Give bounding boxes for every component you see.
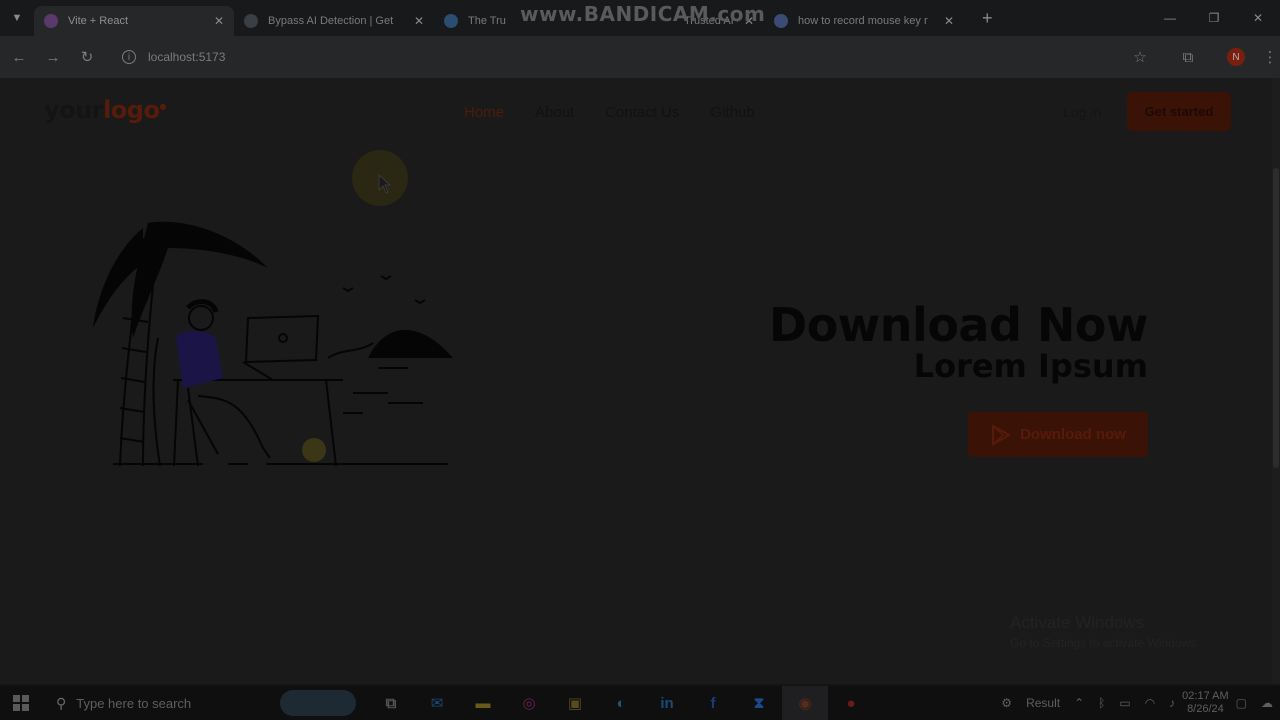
scrollbar-thumb[interactable]	[1273, 168, 1279, 468]
browser-tab-strip: ▼ Vite + React ✕ Bypass AI Detection | G…	[0, 0, 1280, 36]
google-favicon-icon	[774, 14, 788, 28]
logo-accent-text: logo	[103, 96, 160, 124]
address-bar[interactable]: i localhost:5173	[112, 41, 1112, 73]
chrome-icon[interactable]: ◉	[782, 686, 828, 720]
result-app-icon[interactable]: ⚙	[1001, 696, 1012, 710]
tab-search-button[interactable]: ▼	[0, 0, 34, 36]
download-button-label: Download now	[1020, 426, 1126, 443]
browser-menu-kebab-icon[interactable]: ⋮	[1260, 48, 1280, 66]
site-info-icon[interactable]: i	[122, 50, 136, 64]
tab-google-search[interactable]: how to record mouse key r ✕	[764, 6, 964, 36]
bluetooth-icon[interactable]: ᛒ	[1098, 696, 1105, 710]
login-link[interactable]: Log in	[1063, 104, 1101, 120]
taskbar-clock[interactable]: 02:17 AM 8/26/24	[1182, 690, 1228, 716]
battery-icon[interactable]: ▭	[1119, 696, 1130, 710]
nav-link-contact[interactable]: Contact Us	[605, 104, 679, 121]
nav-link-github[interactable]: Github	[710, 104, 754, 121]
minimize-icon[interactable]: —	[1148, 0, 1192, 36]
tab-title: how to record mouse key r	[798, 15, 928, 27]
activate-windows-watermark: Activate Windows Go to Settings to activ…	[1010, 613, 1199, 650]
notifications-icon[interactable]: ▢	[1236, 696, 1247, 710]
tab-close-icon[interactable]: ✕	[944, 14, 954, 28]
edge-icon[interactable]: ◐	[598, 686, 644, 720]
vite-favicon-icon	[44, 14, 58, 28]
system-tray: ⚙ Result ⌃ ᛒ ▭ ◠ ♪ 02:17 AM 8/26/24 ▢ ☁	[994, 686, 1280, 720]
tab-title: Vite + React	[68, 15, 129, 27]
close-window-icon[interactable]: ✕	[1236, 0, 1280, 36]
site-logo[interactable]: yourlogo●	[44, 96, 166, 124]
tab-bypass-ai[interactable]: Bypass AI Detection | Get ✕	[234, 6, 434, 36]
weather-widget-icon[interactable]: ☁	[1261, 696, 1273, 710]
tab-vite-react[interactable]: Vite + React ✕	[34, 6, 234, 36]
vscode-icon[interactable]: ⧗	[736, 686, 782, 720]
new-tab-plus-icon[interactable]: +	[982, 8, 993, 29]
clock-date: 8/26/24	[1187, 703, 1224, 715]
linkedin-icon[interactable]: in	[644, 686, 690, 720]
taskbar-search-box[interactable]: ⚲ Type here to search	[42, 686, 222, 720]
bookmark-star-icon[interactable]: ☆	[1116, 48, 1164, 66]
mouse-cursor-icon	[378, 174, 392, 194]
tab-title: Bypass AI Detection | Get	[268, 15, 394, 27]
back-arrow-icon[interactable]: ←	[2, 49, 36, 66]
page-scrollbar[interactable]	[1272, 78, 1280, 684]
bandicam-watermark: www.BANDICAM.com	[520, 2, 766, 26]
beach-laptop-illustration	[93, 221, 453, 467]
logo-registered-mark: ●	[159, 102, 166, 111]
nav-link-about[interactable]: About	[535, 104, 574, 121]
task-view-icon[interactable]: ⧉	[368, 686, 414, 720]
windows-logo-icon	[13, 695, 29, 711]
tray-overflow-chevron-icon[interactable]: ⌃	[1074, 696, 1084, 710]
profile-avatar[interactable]: N	[1227, 48, 1245, 66]
get-started-button[interactable]: Get started	[1127, 92, 1231, 131]
start-button[interactable]	[0, 695, 42, 711]
hero-subtitle: Lorem Ipsum	[913, 347, 1148, 385]
clock-time: 02:17 AM	[1182, 690, 1229, 702]
search-highlight-image[interactable]	[280, 690, 356, 716]
wifi-icon[interactable]: ◠	[1145, 696, 1155, 710]
tray-result-label[interactable]: Result	[1026, 696, 1060, 710]
globe-favicon-icon	[244, 14, 258, 28]
main-nav: Home About Contact Us Github	[464, 104, 755, 121]
browser-toolbar: ← → ↻ i localhost:5173 ☆ ⧉ N ⋮	[0, 36, 1280, 78]
play-store-icon	[992, 423, 1012, 446]
window-controls: — ❐ ✕	[1148, 0, 1280, 36]
windows-taskbar: ⚲ Type here to search ⧉ ✉ ▬ ◎ ▣ ◐ in f ⧗…	[0, 686, 1280, 720]
volume-icon[interactable]: ♪	[1169, 696, 1175, 710]
store-icon[interactable]: ▣	[552, 686, 598, 720]
forward-arrow-icon[interactable]: →	[36, 49, 70, 66]
search-icon: ⚲	[56, 694, 67, 711]
extensions-puzzle-icon[interactable]: ⧉	[1164, 49, 1212, 66]
site-favicon-icon	[444, 14, 458, 28]
mail-icon[interactable]: ✉	[414, 686, 460, 720]
tab-close-icon[interactable]: ✕	[214, 14, 224, 28]
nav-link-home[interactable]: Home	[464, 104, 504, 121]
taskbar-search-placeholder: Type here to search	[76, 695, 192, 711]
activate-subtitle: Go to Settings to activate Windows.	[1010, 636, 1200, 650]
logo-main-text: your	[44, 96, 104, 124]
file-explorer-icon[interactable]: ▬	[460, 686, 506, 720]
hero-title: Download Now	[769, 298, 1148, 352]
bandicam-record-icon[interactable]: ●	[828, 686, 874, 720]
activate-title: Activate Windows	[1010, 613, 1145, 632]
download-now-button[interactable]: Download now	[968, 412, 1148, 457]
tab-close-icon[interactable]: ✕	[414, 14, 424, 28]
address-text: localhost:5173	[148, 50, 226, 64]
reload-icon[interactable]: ↻	[70, 48, 104, 66]
instagram-icon[interactable]: ◎	[506, 686, 552, 720]
web-page: yourlogo● Home About Contact Us Github L…	[0, 78, 1272, 684]
facebook-icon[interactable]: f	[690, 686, 736, 720]
restore-icon[interactable]: ❐	[1192, 0, 1236, 36]
